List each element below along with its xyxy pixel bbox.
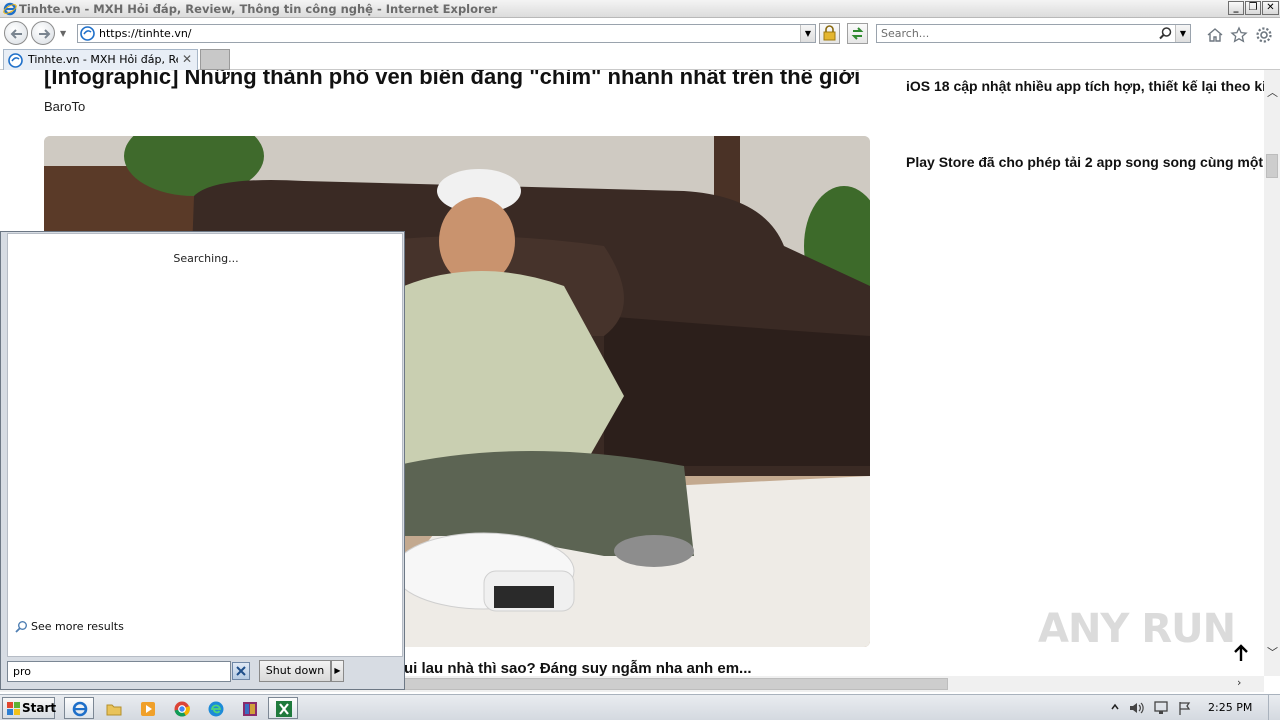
folder-icon — [106, 704, 122, 716]
anyrun-watermark: ANY RUN — [1038, 606, 1236, 652]
restore-button[interactable]: ❐ — [1245, 1, 1261, 15]
security-lock-button[interactable] — [819, 23, 840, 44]
sidebar-link-ios18[interactable]: iOS 18 cập nhật nhiều app tích hợp, thiế… — [906, 78, 1264, 94]
search-input[interactable]: Search... ▼ — [876, 24, 1191, 43]
tab-label: Tinhte.vn - MXH Hỏi đáp, Re... — [28, 53, 178, 66]
start-button[interactable]: Start — [2, 697, 57, 719]
searching-status: Searching... — [173, 252, 239, 265]
scroll-down-icon[interactable]: ﹀ — [1267, 644, 1278, 660]
show-desktop-button[interactable] — [1268, 695, 1280, 720]
taskbar-media-player[interactable] — [132, 697, 162, 719]
search-placeholder: Search... — [881, 27, 930, 40]
shutdown-button[interactable]: Shut down — [259, 660, 331, 682]
scroll-right-icon[interactable]: › — [1237, 676, 1241, 689]
ie-tab-icon — [8, 53, 23, 68]
clear-x-icon — [236, 666, 246, 676]
see-more-label: See more results — [31, 620, 124, 633]
window-title: Tinhte.vn - MXH Hỏi đáp, Review, Thông t… — [19, 2, 498, 16]
close-tab-icon[interactable]: ✕ — [182, 52, 192, 66]
taskbar-chrome[interactable] — [166, 697, 196, 719]
excel-icon — [276, 701, 292, 717]
internet-explorer-icon — [72, 701, 88, 717]
home-icon[interactable] — [1206, 26, 1224, 44]
address-field[interactable]: https://tinhte.vn/ ▼ — [77, 24, 816, 43]
clock[interactable]: 2:25 PM — [1208, 701, 1252, 714]
settings-gear-icon[interactable] — [1255, 26, 1273, 44]
taskbar-winrar[interactable] — [234, 697, 264, 719]
scroll-up-icon[interactable]: ︿ — [1267, 84, 1278, 100]
title-bar: Tinhte.vn - MXH Hỏi đáp, Review, Thông t… — [0, 0, 1280, 18]
article-headline[interactable]: [Infographic] Những thành phố ven biển đ… — [44, 70, 860, 90]
refresh-icon — [851, 27, 864, 40]
forward-arrow-icon — [39, 29, 51, 39]
network-icon[interactable] — [1152, 700, 1170, 716]
clear-search-button[interactable] — [232, 662, 250, 680]
back-arrow-icon — [10, 29, 22, 39]
vertical-scroll-thumb[interactable] — [1266, 154, 1278, 178]
search-dropdown-icon[interactable]: ▼ — [1175, 25, 1190, 42]
volume-icon[interactable] — [1128, 700, 1146, 716]
sidebar-link-playstore[interactable]: Play Store đã cho phép tải 2 app song so… — [906, 154, 1264, 170]
search-icon[interactable] — [1158, 26, 1173, 41]
system-tray — [1104, 697, 1204, 719]
action-center-flag-icon[interactable] — [1176, 700, 1194, 716]
ie-page-icon — [80, 26, 95, 41]
search-results-panel: Searching... See more results — [7, 233, 403, 657]
forward-button[interactable] — [31, 21, 55, 45]
taskbar: Start 2:25 PM — [0, 694, 1280, 720]
tab-bar: Tinhte.vn - MXH Hỏi đáp, Re... ✕ — [0, 48, 1280, 70]
tab-tinhte[interactable]: Tinhte.vn - MXH Hỏi đáp, Re... ✕ — [3, 49, 198, 70]
history-dropdown-icon[interactable]: ▼ — [60, 29, 66, 38]
url-text[interactable]: https://tinhte.vn/ — [99, 27, 192, 40]
refresh-button[interactable] — [847, 23, 868, 44]
ie-logo-icon — [3, 2, 17, 16]
chrome-icon — [174, 701, 190, 717]
minimize-button[interactable]: _ — [1228, 1, 1244, 15]
tray-expand-icon[interactable] — [1110, 702, 1120, 714]
windows-logo-icon — [7, 702, 20, 715]
start-search-query[interactable]: pro — [13, 665, 31, 678]
vertical-scrollbar[interactable]: ︿ ﹀ — [1264, 70, 1280, 676]
close-window-button[interactable]: ✕ — [1262, 1, 1279, 15]
search-magnifier-icon — [15, 621, 27, 633]
taskbar-internet-explorer[interactable] — [64, 697, 94, 719]
back-to-top-icon[interactable] — [1232, 643, 1250, 663]
taskbar-file-explorer[interactable] — [98, 697, 128, 719]
start-menu: Searching... See more results pro Shut d… — [0, 231, 405, 690]
taskbar-edge[interactable] — [200, 697, 230, 719]
new-tab-button[interactable] — [200, 49, 230, 70]
taskbar-excel[interactable] — [268, 697, 298, 719]
start-label: Start — [22, 701, 57, 715]
article-caption[interactable]: ui lau nhà thì sao? Đáng suy ngẫm nha an… — [404, 660, 752, 676]
navigation-bar: ▼ https://tinhte.vn/ ▼ Search... ▼ — [0, 18, 1280, 48]
media-player-icon — [141, 702, 155, 716]
edge-icon — [208, 701, 224, 717]
favorites-star-icon[interactable] — [1230, 26, 1248, 44]
back-button[interactable] — [4, 21, 28, 45]
address-dropdown-icon[interactable]: ▼ — [800, 25, 815, 42]
lock-icon — [823, 25, 836, 41]
article-author[interactable]: BaroTo — [44, 99, 85, 114]
start-search-input[interactable]: pro — [7, 661, 231, 682]
winrar-icon — [243, 702, 257, 716]
see-more-results-link[interactable]: See more results — [14, 620, 124, 634]
shutdown-options-arrow-icon[interactable]: ▶ — [331, 660, 344, 682]
